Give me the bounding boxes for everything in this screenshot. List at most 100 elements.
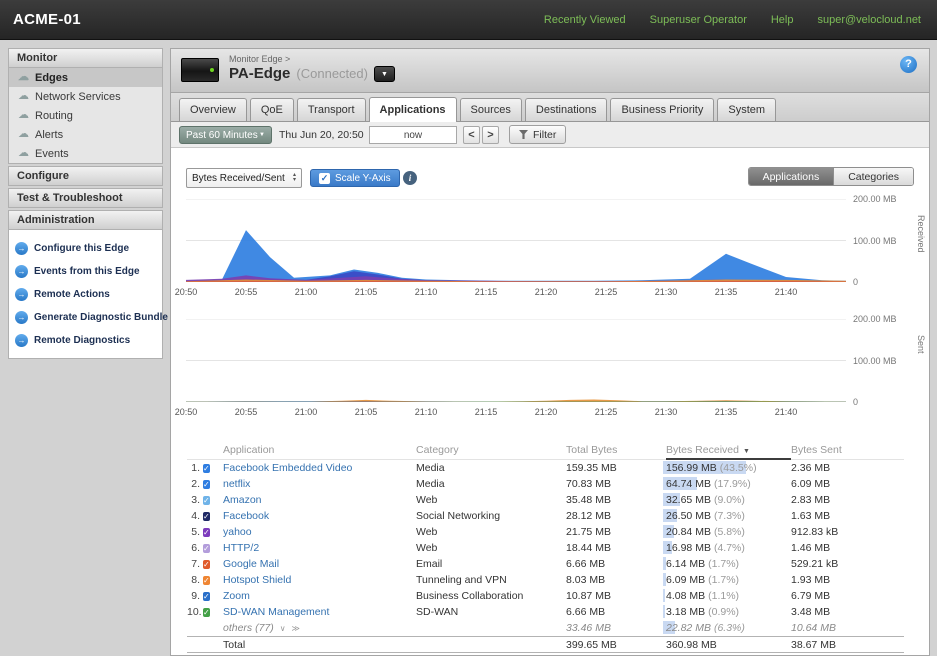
range-end-input[interactable] [369,126,457,144]
x-axis-tick-label: 21:20 [535,287,558,297]
total-bytes-cell: 28.12 MB [566,510,666,522]
metric-select[interactable]: Bytes Received/Sent ▴▾ [186,168,302,188]
filter-button[interactable]: Filter [509,125,566,144]
sidebar-item-routing[interactable]: ☁ Routing [9,106,162,125]
next-range-button[interactable]: > [482,126,499,144]
remote-actions-link[interactable]: → Remote Actions [15,283,157,306]
x-axis-tick-label: 20:50 [175,407,198,417]
row-checkbox[interactable]: ✓ [203,544,210,553]
sidebar-section-test-troubleshoot[interactable]: Test & Troubleshoot [8,188,163,208]
events-from-this-edge-link[interactable]: → Events from this Edge [15,260,157,283]
bytes-sent-cell: 1.63 MB [791,510,906,522]
tab-overview[interactable]: Overview [179,98,247,121]
view-toggle-categories[interactable]: Categories [833,168,913,185]
help-icon[interactable]: ? [900,56,917,73]
row-checkbox[interactable]: ✓ [203,512,210,521]
total-bytes-cell: 8.03 MB [566,574,666,586]
view-toggle-applications[interactable]: Applications [749,168,834,185]
row-number: 9. [187,590,203,602]
y-axis-tick-label: 0 [853,277,858,287]
row-checkbox[interactable]: ✓ [203,608,210,617]
scale-y-axis-toggle[interactable]: ✓ Scale Y-Axis [310,169,400,187]
sidebar: Monitor ☁ Edges ☁ Network Services ☁ Rou… [8,48,163,359]
row-checkbox[interactable]: ✓ [203,576,210,585]
row-checkbox[interactable]: ✓ [203,528,210,537]
row-checkbox[interactable]: ✓ [203,592,210,601]
row-checkbox[interactable]: ✓ [203,480,210,489]
sort-desc-icon: ▼ [743,448,750,455]
tab-destinations[interactable]: Destinations [525,98,608,121]
application-link[interactable]: Google Mail [223,558,416,570]
configure-this-edge-link[interactable]: → Configure this Edge [15,237,157,260]
col-total-bytes[interactable]: Total Bytes [566,440,666,460]
user-email-link[interactable]: super@velocloud.net [817,14,921,26]
grand-total-bytes: 399.65 MB [566,639,666,651]
recently-viewed-link[interactable]: Recently Viewed [544,14,626,26]
sidebar-item-network-services[interactable]: ☁ Network Services [9,87,162,106]
col-bytes-received[interactable]: Bytes Received▼ [666,440,791,460]
generate-diagnostic-bundle-link[interactable]: → Generate Diagnostic Bundle [15,306,157,329]
y-axis-tick-label: 100.00 MB [853,236,897,246]
application-link[interactable]: netflix [223,478,416,490]
x-axis-tick-label: 21:25 [595,287,618,297]
sidebar-item-edges[interactable]: ☁ Edges [9,68,162,87]
help-link[interactable]: Help [771,14,794,26]
grand-total-sent: 38.67 MB [791,639,906,651]
col-bytes-sent[interactable]: Bytes Sent [791,440,906,460]
application-link[interactable]: Amazon [223,494,416,506]
application-link[interactable]: Hotspot Shield [223,574,416,586]
sidebar-section-monitor[interactable]: Monitor [8,48,163,68]
bytes-received-cell: 3.18 MB(0.9%) [666,604,791,620]
sidebar-section-administration[interactable]: Administration [8,210,163,230]
received-percent-bar [663,589,665,602]
bytes-sent-cell: 6.09 MB [791,478,906,490]
application-link[interactable]: yahoo [223,526,416,538]
application-link[interactable]: Zoom [223,590,416,602]
received-chart: 200.00 MB100.00 MB020:5020:5521:0021:052… [186,199,931,299]
row-checkbox[interactable]: ✓ [203,560,210,569]
time-range-dropdown[interactable]: Past 60 Minutes ▼ [179,126,272,144]
col-application[interactable]: Application [223,440,416,460]
tab-business-priority[interactable]: Business Priority [610,98,714,121]
application-link[interactable]: Facebook [223,510,416,522]
sidebar-section-configure[interactable]: Configure [8,166,163,186]
col-category[interactable]: Category [416,440,566,460]
bytes-received-cell: 64.74 MB(17.9%) [666,476,791,492]
x-axis-tick-label: 21:05 [355,407,378,417]
total-bytes-cell: 35.48 MB [566,494,666,506]
category-cell: Media [416,462,566,474]
tab-transport[interactable]: Transport [297,98,366,121]
sidebar-item-alerts[interactable]: ☁ Alerts [9,125,162,144]
application-link[interactable]: HTTP/2 [223,542,416,554]
previous-range-button[interactable]: < [463,126,480,144]
superuser-operator-link[interactable]: Superuser Operator [650,14,747,26]
tab-qoe[interactable]: QoE [250,98,294,121]
topbar-links: Recently Viewed Superuser Operator Help … [544,14,921,26]
bytes-sent-cell: 3.48 MB [791,606,906,618]
edge-selector-dropdown[interactable]: ▼ [374,66,395,82]
info-icon[interactable]: i [403,171,417,185]
tab-sources[interactable]: Sources [460,98,522,121]
total-label: Total [223,639,416,651]
application-link[interactable]: Facebook Embedded Video [223,462,416,474]
cloud-icon: ☁ [18,129,29,140]
cloud-icon: ☁ [18,110,29,121]
application-link[interactable]: SD-WAN Management [223,606,416,618]
bytes-sent-cell: 6.79 MB [791,590,906,602]
tab-system[interactable]: System [717,98,776,121]
arrow-circle-icon: → [15,288,28,301]
row-checkbox[interactable]: ✓ [203,496,210,505]
tab-applications[interactable]: Applications [369,97,457,122]
y-axis-tick-label: 100.00 MB [853,356,897,366]
x-axis-tick-label: 21:00 [295,287,318,297]
others-expander[interactable]: others (77) ∨ ≫ [223,622,416,634]
checkbox-checked-icon: ✓ [319,173,330,184]
x-axis-tick-label: 21:35 [715,287,738,297]
remote-diagnostics-link[interactable]: → Remote Diagnostics [15,329,157,352]
x-axis-tick-label: 21:00 [295,407,318,417]
table-row: 6. ✓ HTTP/2 Web 18.44 MB 16.98 MB(4.7%) … [187,540,904,556]
sidebar-item-events[interactable]: ☁ Events [9,144,162,163]
x-axis-tick-label: 21:30 [655,407,678,417]
row-checkbox[interactable]: ✓ [203,464,210,473]
bytes-sent-cell: 1.46 MB [791,542,906,554]
